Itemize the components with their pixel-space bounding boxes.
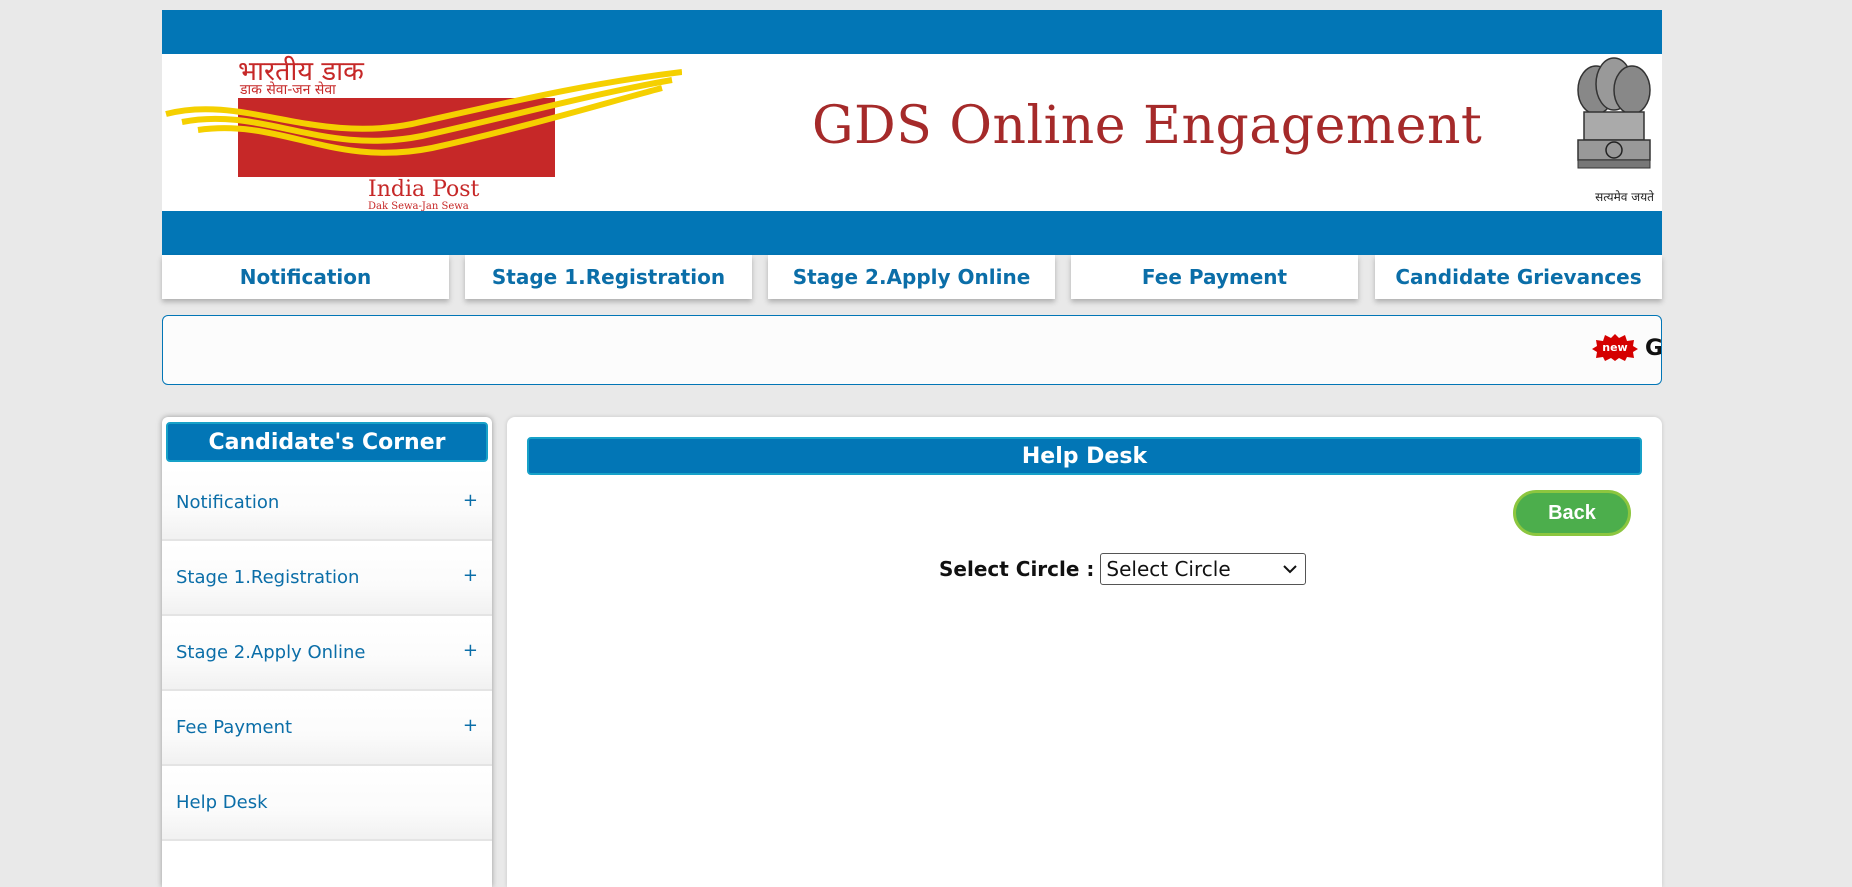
sidebar-title: Candidate's Corner [166,422,488,462]
sidebar-item-stage1-registration[interactable]: Stage 1.Registration + [162,543,492,616]
expand-plus-icon[interactable]: + [463,715,478,736]
india-post-logo: भारतीय डाक डाक सेवा-जन सेवा India Post D… [165,55,682,211]
sidebar-item-label: Notification [176,492,280,513]
back-button[interactable]: Back [1513,490,1631,536]
select-circle-label: Select Circle : [939,557,1095,581]
candidates-corner-sidebar: Candidate's Corner Notification + Stage … [162,417,492,887]
nav-candidate-grievances[interactable]: Candidate Grievances [1375,255,1662,299]
sidebar-item-label: Fee Payment [176,717,293,738]
new-badge-text: new [1602,341,1627,354]
header-banner: भारतीय डाक डाक सेवा-जन सेवा India Post D… [162,54,1662,211]
news-marquee: new G [162,315,1662,385]
circle-select-dropdown[interactable]: Select Circle [1100,553,1307,585]
nav-fee-payment[interactable]: Fee Payment [1071,255,1358,299]
sidebar-item-notification[interactable]: Notification + [162,468,492,541]
sidebar-item-fee-payment[interactable]: Fee Payment + [162,693,492,766]
circle-select-value: Select Circle [1106,557,1231,581]
select-circle-row: Select Circle : Select Circle [939,553,1307,585]
sidebar-item-help-desk[interactable]: Help Desk [162,768,492,841]
site-title: GDS Online Engagement [812,96,1483,156]
sidebar-item-label: Stage 2.Apply Online [176,642,366,663]
top-navigation: Notification Stage 1.Registration Stage … [162,255,1662,299]
marquee-text[interactable]: G [1645,336,1661,361]
header-bottom-band [162,211,1662,255]
nav-notification[interactable]: Notification [162,255,449,299]
page-container: भारतीय डाक डाक सेवा-जन सेवा India Post D… [162,10,1662,887]
ashoka-emblem-icon [1577,57,1651,169]
sidebar-item-label: Stage 1.Registration [176,567,360,588]
logo-tagline: Dak Sewa-Jan Sewa [368,201,469,211]
emblem-caption: सत्यमेव जयते [1595,190,1654,204]
nav-stage1-registration[interactable]: Stage 1.Registration [465,255,752,299]
expand-plus-icon[interactable]: + [463,490,478,511]
page-title: Help Desk [527,437,1642,475]
header-top-band [162,10,1662,54]
logo-name: India Post [368,177,480,202]
chevron-down-icon [1283,565,1298,574]
expand-plus-icon[interactable]: + [463,640,478,661]
sidebar-item-label: Help Desk [176,792,268,813]
logo-hindi-tagline: डाक सेवा-जन सेवा [239,81,336,98]
main-content-panel: Help Desk Back Select Circle : Select Ci… [507,417,1662,887]
sidebar-item-stage2-apply-online[interactable]: Stage 2.Apply Online + [162,618,492,691]
new-badge-icon: new [1592,334,1638,361]
expand-plus-icon[interactable]: + [463,565,478,586]
nav-stage2-apply-online[interactable]: Stage 2.Apply Online [768,255,1055,299]
